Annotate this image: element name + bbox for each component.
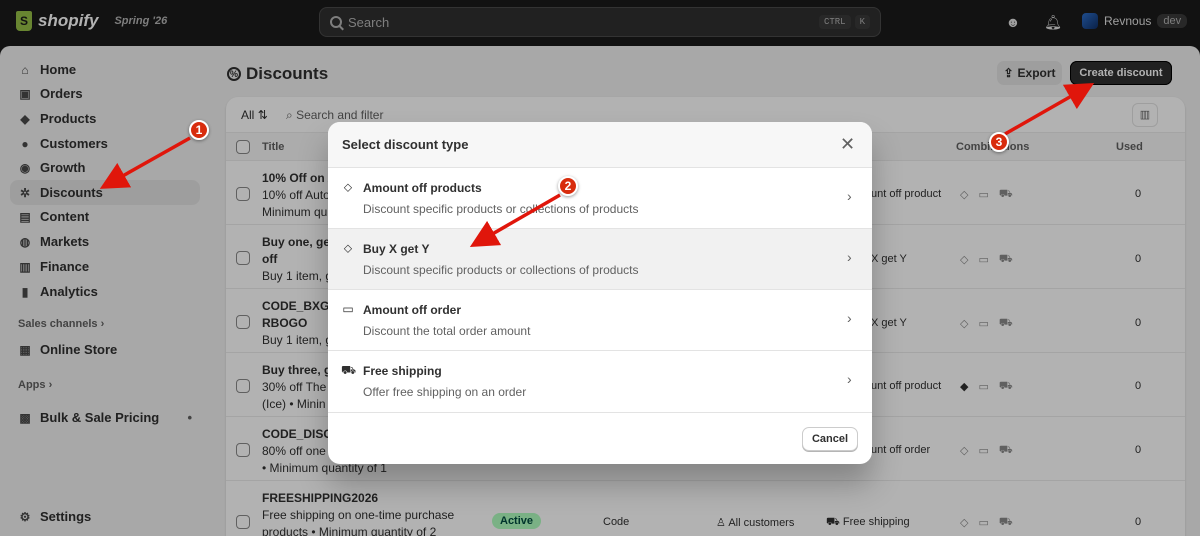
- annotation-number-3: 3: [989, 132, 1009, 152]
- chevron-right-icon: ›: [847, 188, 852, 204]
- select-discount-type-modal: Select discount type ✕ ⬦ Amount off prod…: [328, 122, 872, 464]
- option-title: Amount off order: [363, 303, 461, 317]
- option-amount-off-products[interactable]: ⬦ Amount off products Discount specific …: [328, 168, 872, 229]
- close-icon[interactable]: ✕: [840, 135, 855, 153]
- tag-icon: ⬦: [343, 241, 353, 255]
- option-desc: Discount specific products or collection…: [363, 202, 639, 216]
- annotation-number-1: 1: [189, 120, 209, 140]
- option-amount-off-order[interactable]: ▭ Amount off order Discount the total or…: [328, 290, 872, 351]
- truck-icon: ⛟: [341, 363, 357, 377]
- chevron-right-icon: ›: [847, 310, 852, 326]
- cart-icon: ▭: [342, 302, 354, 316]
- chevron-right-icon: ›: [847, 371, 852, 387]
- modal-title: Select discount type: [342, 137, 469, 152]
- option-title: Free shipping: [363, 364, 442, 378]
- modal-header: Select discount type ✕: [328, 122, 872, 168]
- option-title: Amount off products: [363, 181, 482, 195]
- cancel-button[interactable]: Cancel: [802, 427, 858, 451]
- option-desc: Discount the total order amount: [363, 324, 531, 338]
- chevron-right-icon: ›: [847, 249, 852, 265]
- option-free-shipping[interactable]: ⛟ Free shipping Offer free shipping on a…: [328, 351, 872, 412]
- tag-icon: ⬦: [343, 180, 353, 194]
- option-desc: Offer free shipping on an order: [363, 385, 527, 399]
- option-title: Buy X get Y: [363, 242, 430, 256]
- annotation-number-2: 2: [558, 176, 578, 196]
- modal-footer: Cancel: [328, 412, 872, 464]
- option-desc: Discount specific products or collection…: [363, 263, 639, 277]
- option-buy-x-get-y[interactable]: ⬦ Buy X get Y Discount specific products…: [328, 229, 872, 290]
